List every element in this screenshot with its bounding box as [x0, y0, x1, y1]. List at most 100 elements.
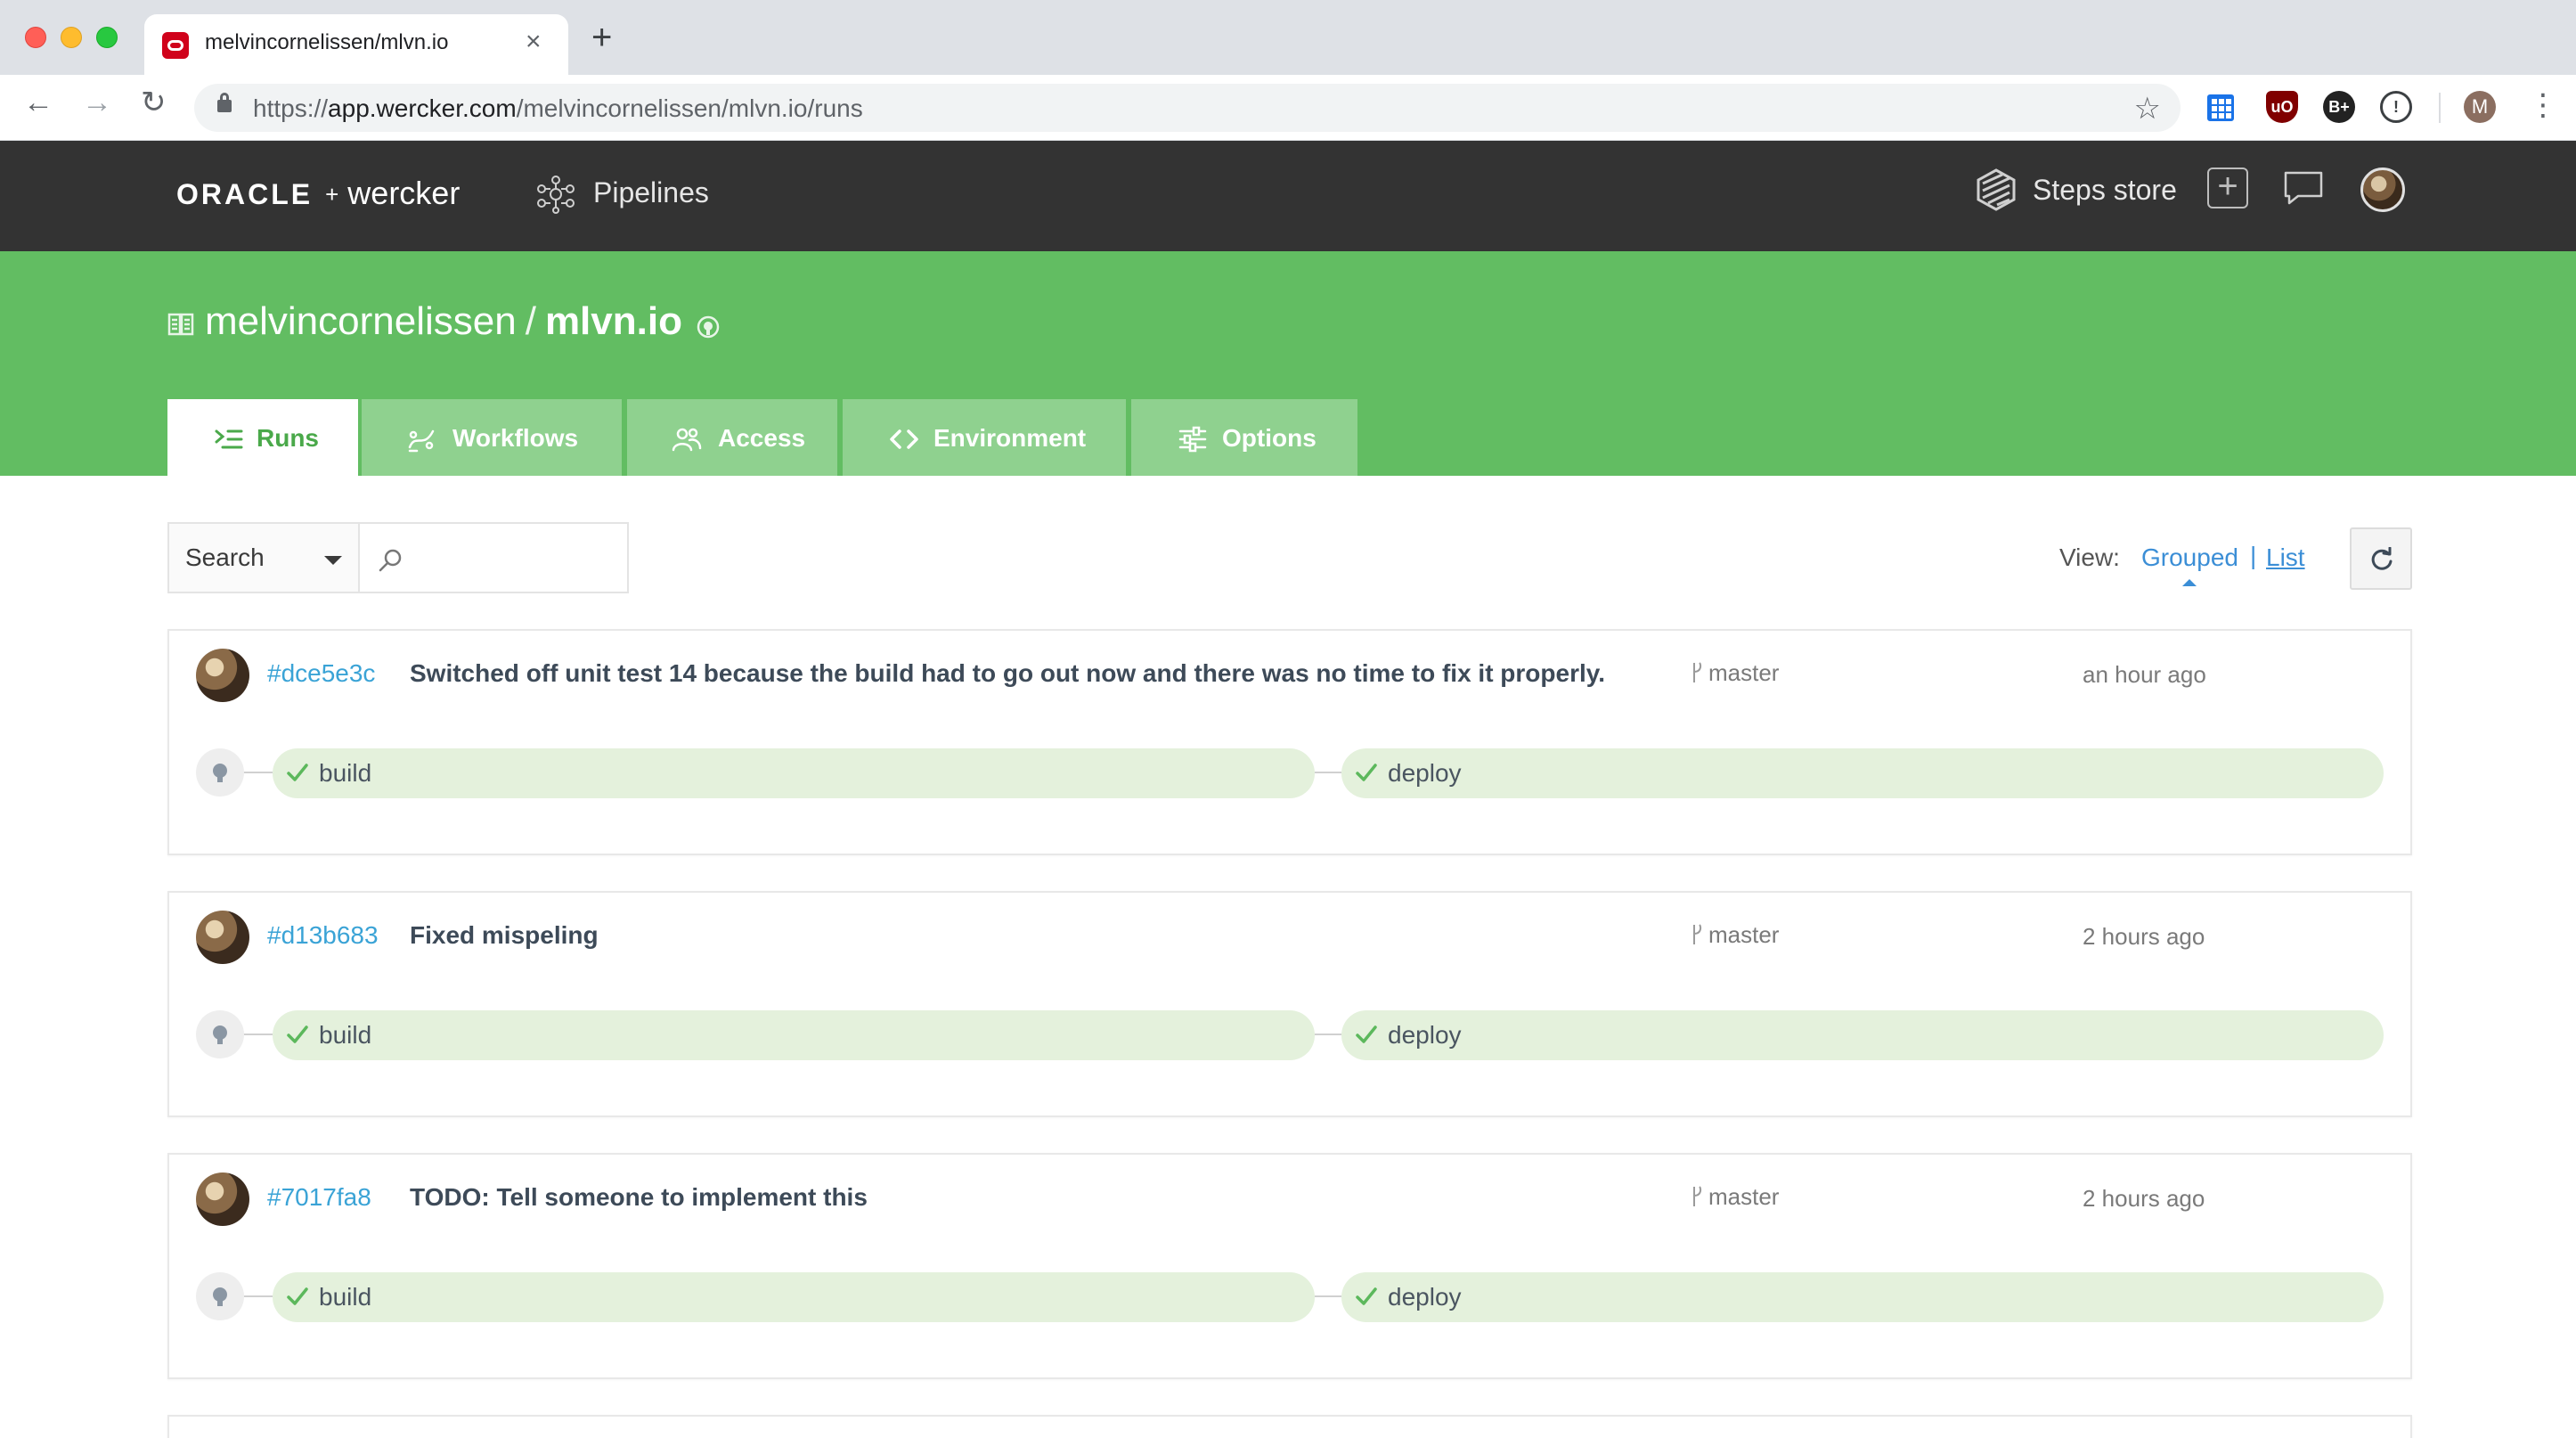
branch-name[interactable]: master — [1708, 921, 1779, 949]
committer-avatar — [196, 911, 249, 964]
pipeline-label: deploy — [1388, 1283, 1462, 1311]
pipeline-connector — [244, 772, 273, 773]
lock-icon — [217, 93, 232, 112]
pipeline-connector — [1315, 1295, 1341, 1297]
bookmark-star-icon[interactable]: ☆ — [2134, 91, 2161, 127]
pipeline-connector — [244, 1034, 273, 1035]
options-sliders-icon — [1178, 426, 1207, 453]
branch-name[interactable]: master — [1708, 1183, 1779, 1211]
runs-icon — [215, 429, 243, 449]
forward-arrow-icon[interactable]: → — [82, 87, 112, 118]
commit-hash-link[interactable]: #dce5e3c — [267, 659, 375, 688]
profile-avatar[interactable]: M — [2464, 91, 2496, 123]
url-host: app.wercker.com — [328, 94, 517, 122]
info-extension-icon[interactable]: ! — [2380, 91, 2412, 123]
app-header: ORACLE + wercker Pipelines Steps store + — [0, 141, 2576, 251]
search-icon — [379, 549, 402, 572]
check-icon — [287, 764, 308, 781]
pipeline-connector — [1315, 772, 1341, 773]
view-label: View: — [2059, 543, 2120, 571]
tab-runs-label: Runs — [257, 424, 319, 452]
oracle-wercker-logo[interactable]: ORACLE + wercker — [176, 175, 460, 212]
chevron-down-icon — [324, 556, 342, 565]
check-icon — [1356, 1025, 1377, 1043]
pipeline-label: build — [319, 1021, 372, 1049]
access-people-icon — [672, 428, 702, 452]
pipeline-build[interactable]: build — [273, 1010, 1315, 1060]
window-minimize-button[interactable] — [61, 27, 82, 48]
pipeline-label: deploy — [1388, 1021, 1462, 1049]
tab-environment-label: Environment — [933, 424, 1087, 452]
branch-icon — [1693, 924, 1702, 944]
address-bar[interactable]: https://app.wercker.com/melvincornelisse… — [194, 84, 2181, 132]
steps-store-link[interactable]: Steps store — [2033, 174, 2177, 207]
view-divider: | — [2250, 542, 2257, 569]
grid-extension-icon[interactable] — [2207, 94, 2234, 121]
tab-runs[interactable]: Runs — [167, 399, 358, 476]
tab-access[interactable]: Access — [627, 399, 837, 476]
pipeline-build[interactable]: build — [273, 748, 1315, 798]
branch-icon — [1693, 1186, 1702, 1206]
pipeline-deploy[interactable]: deploy — [1341, 748, 2384, 798]
url-path: /melvincornelissen/mlvn.io/runs — [516, 94, 863, 122]
search-input[interactable] — [408, 536, 618, 579]
pipeline-connector — [1315, 1034, 1341, 1035]
window-close-button[interactable] — [25, 27, 46, 48]
toolbar-divider — [2439, 93, 2441, 123]
browser-tab-strip: melvincornelissen/mlvn.io × + — [0, 0, 2576, 75]
tab-environment[interactable]: Environment — [843, 399, 1126, 476]
project-owner-link[interactable]: melvincornelissen — [205, 299, 517, 343]
create-plus-icon[interactable]: + — [2207, 167, 2248, 208]
tab-access-label: Access — [718, 424, 806, 452]
user-avatar[interactable] — [2360, 167, 2405, 212]
browser-tab-title: melvincornelissen/mlvn.io — [205, 30, 449, 54]
project-name[interactable]: mlvn.io — [545, 299, 682, 343]
view-grouped-link[interactable]: Grouped — [2141, 543, 2238, 586]
project-banner: melvincornelissen / mlvn.io Runs Workflows — [0, 251, 2576, 476]
tab-workflows[interactable]: Workflows — [362, 399, 622, 476]
view-list-link[interactable]: List — [2266, 543, 2305, 572]
pipelines-nav-link[interactable]: Pipelines — [593, 176, 709, 209]
check-icon — [1356, 1287, 1377, 1305]
github-source-icon — [196, 1010, 244, 1058]
reload-icon[interactable]: ↻ — [141, 87, 167, 118]
commit-message[interactable]: Switched off unit test 14 because the bu… — [410, 659, 1605, 688]
browser-tab-active[interactable]: melvincornelissen/mlvn.io × — [144, 14, 568, 75]
run-time: 2 hours ago — [2083, 1185, 2205, 1212]
commit-hash-link[interactable]: #d13b683 — [267, 921, 379, 950]
steps-store-icon[interactable] — [1976, 167, 2017, 212]
pipeline-build[interactable]: build — [273, 1272, 1315, 1322]
tab-close-icon[interactable]: × — [526, 27, 542, 57]
commit-hash-link[interactable]: #7017fa8 — [267, 1183, 371, 1212]
window-zoom-button[interactable] — [96, 27, 118, 48]
bplus-extension-icon[interactable]: B+ — [2323, 91, 2355, 123]
pipeline-connector — [244, 1295, 273, 1297]
tab-workflows-label: Workflows — [452, 424, 579, 452]
commit-message[interactable]: Fixed mispeling — [410, 921, 599, 950]
search-field[interactable] — [358, 522, 629, 593]
repo-book-icon — [167, 313, 194, 336]
pipeline-deploy[interactable]: deploy — [1341, 1272, 2384, 1322]
run-time: 2 hours ago — [2083, 923, 2205, 950]
url-text[interactable]: https://app.wercker.com/melvincornelisse… — [253, 94, 863, 123]
branch-name[interactable]: master — [1708, 659, 1779, 687]
project-title-separator: / — [525, 299, 536, 343]
refresh-icon — [2371, 547, 2393, 570]
commit-message[interactable]: TODO: Tell someone to implement this — [410, 1183, 868, 1212]
browser-menu-icon[interactable]: ⋮ — [2528, 87, 2558, 123]
pipeline-deploy[interactable]: deploy — [1341, 1010, 2384, 1060]
search-type-select[interactable]: Search — [167, 522, 360, 593]
pipelines-icon[interactable] — [536, 175, 575, 214]
tab-options-label: Options — [1222, 424, 1317, 452]
run-card: #d13b683 Fixed mispeling master 2 hours … — [167, 891, 2412, 1117]
brand-plus: + — [325, 181, 339, 208]
github-icon[interactable] — [697, 315, 720, 339]
tab-options[interactable]: Options — [1131, 399, 1357, 476]
ublock-extension-icon[interactable]: uO — [2266, 91, 2298, 123]
new-tab-button[interactable]: + — [591, 20, 612, 55]
refresh-button[interactable] — [2350, 527, 2412, 590]
back-arrow-icon[interactable]: ← — [23, 87, 53, 118]
check-icon — [287, 1287, 308, 1305]
chat-bubble-icon[interactable] — [2282, 169, 2325, 207]
environment-code-icon — [890, 429, 918, 449]
